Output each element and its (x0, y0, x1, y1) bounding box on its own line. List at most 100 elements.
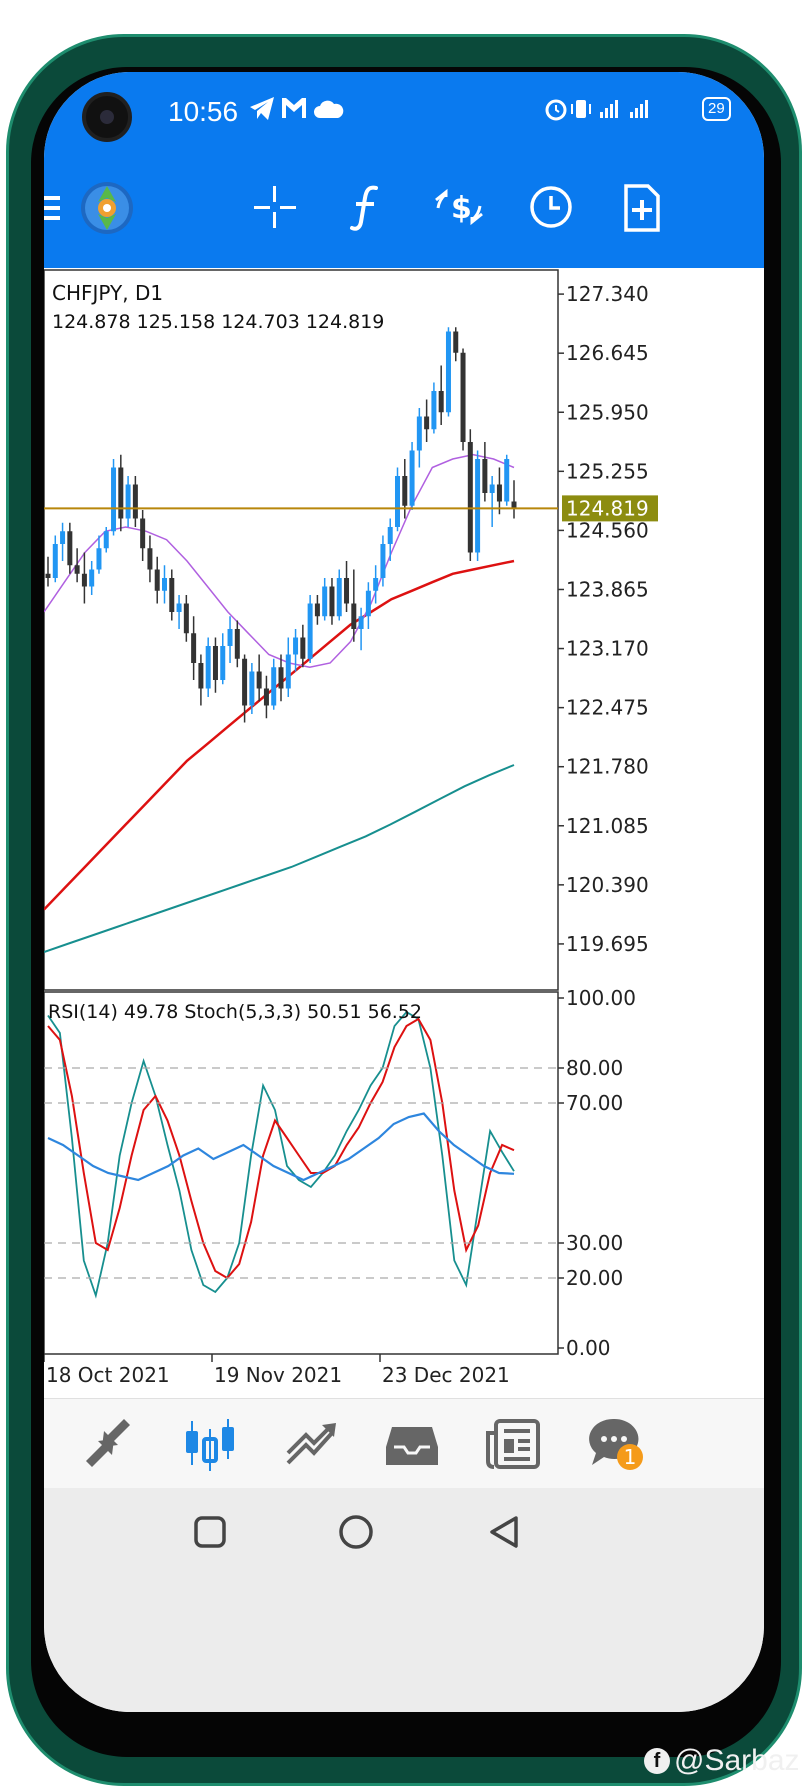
ohlc-values: 124.878 125.158 124.703 124.819 (52, 311, 384, 333)
stoch-signal-line (47, 1017, 515, 1280)
candle-body (111, 467, 117, 532)
timeframe-button[interactable] (516, 172, 586, 242)
gmail-icon (282, 98, 306, 118)
candle-body (395, 476, 400, 527)
candle-body (176, 603, 182, 612)
candle-body (263, 688, 269, 706)
current-price-label: 124.819 (566, 496, 649, 520)
price-label: 119.695 (566, 932, 649, 956)
indicator-axis: 100.00 80.00 70.00 30.00 20.00 0.00 (44, 986, 636, 1360)
candle-body (322, 586, 328, 617)
camera-cutout (82, 92, 132, 142)
date-label: 23 Dec 2021 (382, 1363, 510, 1387)
candle-body (300, 637, 306, 659)
status-time: 10:56 (168, 96, 239, 127)
trade-icon (286, 1423, 336, 1465)
candle-body (438, 391, 444, 413)
candle-body (489, 484, 495, 493)
price-chart[interactable]: 124.819 127.340 126.645 125.950 125.255 124.… (44, 268, 764, 1398)
candle-body (431, 391, 437, 430)
quotes-icon (86, 1419, 130, 1467)
candle-body (205, 646, 211, 689)
crosshair-button[interactable] (240, 172, 310, 242)
level-label: 30.00 (566, 1231, 623, 1255)
candle-body (125, 484, 131, 519)
candle-body (45, 573, 51, 578)
cloud-icon (314, 100, 344, 118)
candle-body (271, 667, 277, 706)
candle-body (162, 578, 167, 591)
candle-body (81, 573, 87, 587)
candle-body (285, 654, 291, 689)
home-icon[interactable] (336, 1512, 376, 1552)
main-chart-frame (44, 269, 559, 991)
menu-button[interactable] (44, 172, 68, 242)
candle-body (154, 569, 160, 591)
date-label: 18 Oct 2021 (46, 1363, 170, 1387)
candle-body (504, 459, 510, 502)
indicator-chart-frame (44, 991, 559, 1355)
price-label: 121.780 (566, 755, 649, 779)
indicators-button[interactable] (332, 172, 402, 242)
price-label: 125.950 (566, 400, 649, 424)
ma-slow-line (44, 764, 515, 953)
candle-body (242, 658, 248, 706)
candle-body (67, 531, 73, 566)
messages-icon: 1 (589, 1418, 643, 1470)
candle-body (74, 565, 80, 574)
price-label: 126.645 (566, 341, 649, 365)
candle-body (60, 531, 66, 544)
date-label: 19 Nov 2021 (214, 1363, 342, 1387)
price-label: 124.560 (566, 518, 649, 542)
ma-mid-line (44, 559, 515, 911)
nav-trade[interactable] (282, 1413, 342, 1473)
price-label: 125.255 (566, 459, 649, 483)
candle-body (365, 590, 371, 617)
indicator-lines (47, 1010, 515, 1299)
level-label: 70.00 (566, 1091, 623, 1115)
candle-body (212, 646, 218, 680)
candle-body (445, 331, 451, 413)
hamburger-icon (44, 196, 60, 220)
messages-badge: 1 (624, 1445, 637, 1469)
trade-button[interactable]: $ (424, 172, 494, 242)
candle-body (314, 603, 320, 617)
candle-body (293, 637, 299, 655)
new-order-button[interactable] (606, 172, 676, 242)
candle-body (118, 467, 124, 519)
app-logo[interactable] (72, 172, 142, 242)
candle-body (336, 578, 342, 617)
nav-news[interactable] (484, 1413, 544, 1473)
back-icon[interactable] (484, 1512, 524, 1552)
chart-icon (186, 1419, 234, 1471)
telegram-icon (250, 97, 274, 120)
nav-quotes[interactable] (78, 1413, 138, 1473)
candle-body (89, 569, 95, 587)
vibrate-icon (571, 100, 591, 118)
history-icon (386, 1427, 438, 1465)
price-label: 120.390 (566, 873, 649, 897)
chart-area[interactable]: 124.819 127.340 126.645 125.950 125.255 124.… (44, 268, 764, 1398)
candle-body (52, 544, 58, 578)
nav-history[interactable] (382, 1413, 442, 1473)
alarm-icon (545, 99, 567, 121)
stoch-main-line (47, 1010, 515, 1299)
candle-body (103, 531, 109, 549)
level-label: 100.00 (566, 986, 636, 1010)
candle-body (475, 459, 481, 553)
svg-text:$: $ (451, 191, 472, 226)
function-icon (350, 185, 378, 231)
watermark-text: @Sarbaz (674, 1744, 800, 1777)
candle-body (169, 578, 175, 612)
nav-chart[interactable] (180, 1413, 240, 1473)
bottom-navigation: 1 (44, 1398, 764, 1488)
date-axis: 18 Oct 2021 19 Nov 2021 23 Dec 2021 (44, 1354, 510, 1387)
candle-body (416, 416, 422, 451)
candle-body (424, 416, 430, 430)
news-icon (486, 1419, 540, 1469)
candle-body (358, 616, 364, 629)
facebook-icon: f (644, 1748, 670, 1774)
nav-messages[interactable]: 1 (584, 1413, 644, 1473)
candle-body (234, 629, 240, 659)
recent-apps-icon[interactable] (190, 1512, 230, 1552)
